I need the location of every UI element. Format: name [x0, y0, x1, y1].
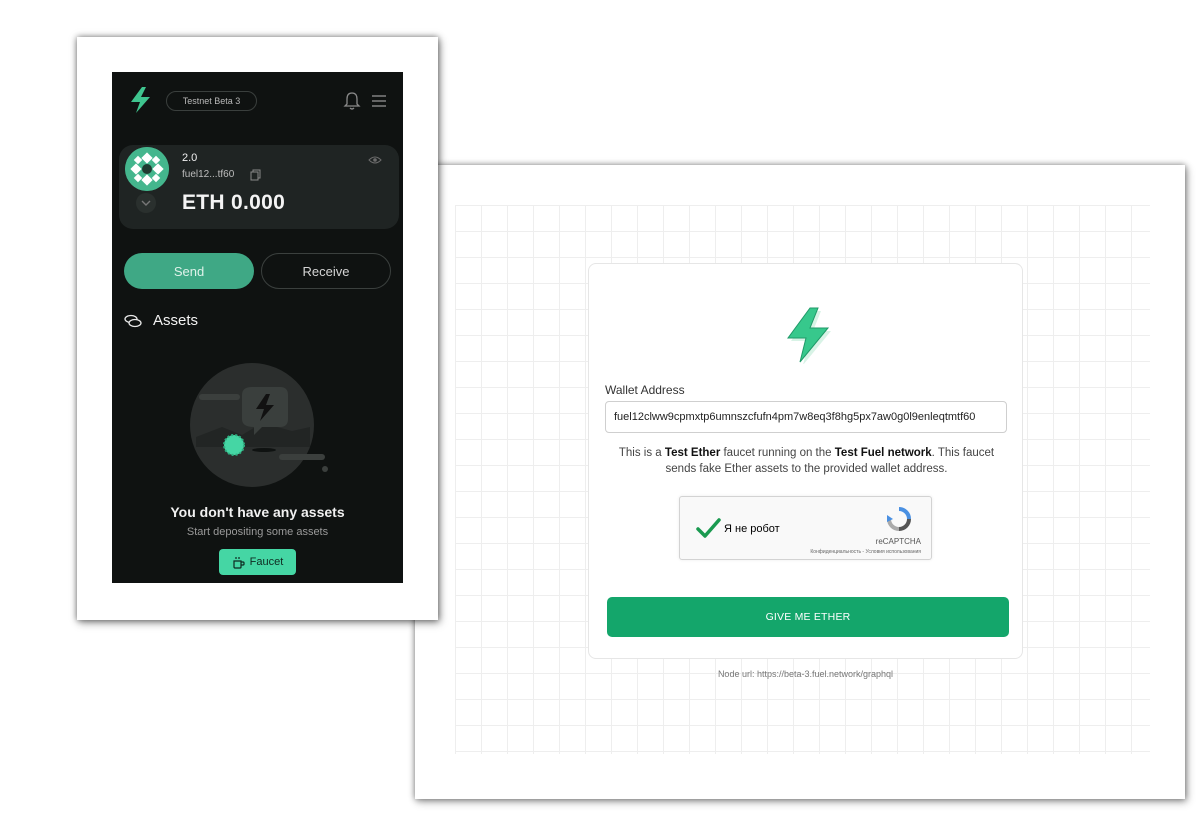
bell-icon[interactable]	[343, 91, 361, 111]
faucet-page: Wallet Address This is a Test Ether fauc…	[415, 165, 1185, 799]
faucet-description: This is a Test Ether faucet running on t…	[618, 447, 995, 475]
empty-assets-subtitle: Start depositing some assets	[186, 526, 329, 538]
assets-title: Assets	[153, 312, 199, 329]
coins-icon	[124, 314, 142, 328]
recaptcha-widget: Я не робот reCAPTCHA Конфиденциальность …	[679, 496, 932, 560]
network-badge[interactable]: Testnet Beta 3	[166, 91, 257, 111]
copy-icon[interactable]	[250, 169, 261, 181]
wallet-window: Testnet Beta 3 2.0 fuel12...tf60 ETH 0.0…	[77, 37, 438, 620]
empty-assets-illustration	[190, 363, 328, 487]
recaptcha-brand: reCAPTCHA	[875, 537, 921, 546]
avatar	[125, 147, 169, 191]
faucet-card: Wallet Address This is a Test Ether fauc…	[588, 263, 1023, 659]
receive-button[interactable]: Receive	[261, 253, 391, 289]
account-address: fuel12...tf60	[182, 169, 235, 180]
balance: ETH 0.000	[182, 191, 286, 214]
empty-assets-title: You don't have any assets	[170, 504, 345, 520]
faucet-button-label: Faucet	[249, 556, 284, 568]
faucet-button[interactable]: Faucet	[219, 549, 296, 575]
fuel-logo-icon	[787, 307, 831, 364]
account-name: 2.0	[182, 152, 198, 164]
give-me-ether-button[interactable]: GIVE ME ETHER	[607, 597, 1009, 637]
faucet-icon	[233, 556, 245, 569]
wallet-app: Testnet Beta 3 2.0 fuel12...tf60 ETH 0.0…	[112, 72, 403, 583]
captcha-checkmark-icon[interactable]	[694, 514, 722, 542]
captcha-label: Я не робот	[724, 523, 780, 535]
fuel-logo-icon	[131, 87, 150, 113]
node-url: Node url: https://beta-3.fuel.network/gr…	[717, 669, 894, 679]
send-button[interactable]: Send	[124, 253, 254, 289]
account-card[interactable]: 2.0 fuel12...tf60 ETH 0.000	[119, 145, 399, 229]
recaptcha-logo-icon	[887, 507, 911, 531]
eye-icon[interactable]	[368, 155, 382, 165]
menu-icon[interactable]	[371, 94, 387, 108]
wallet-address-input[interactable]	[605, 401, 1007, 433]
recaptcha-links[interactable]: Конфиденциальность - Условия использован…	[810, 549, 921, 555]
chevron-down-icon[interactable]	[136, 193, 156, 213]
wallet-address-label: Wallet Address	[605, 383, 685, 397]
